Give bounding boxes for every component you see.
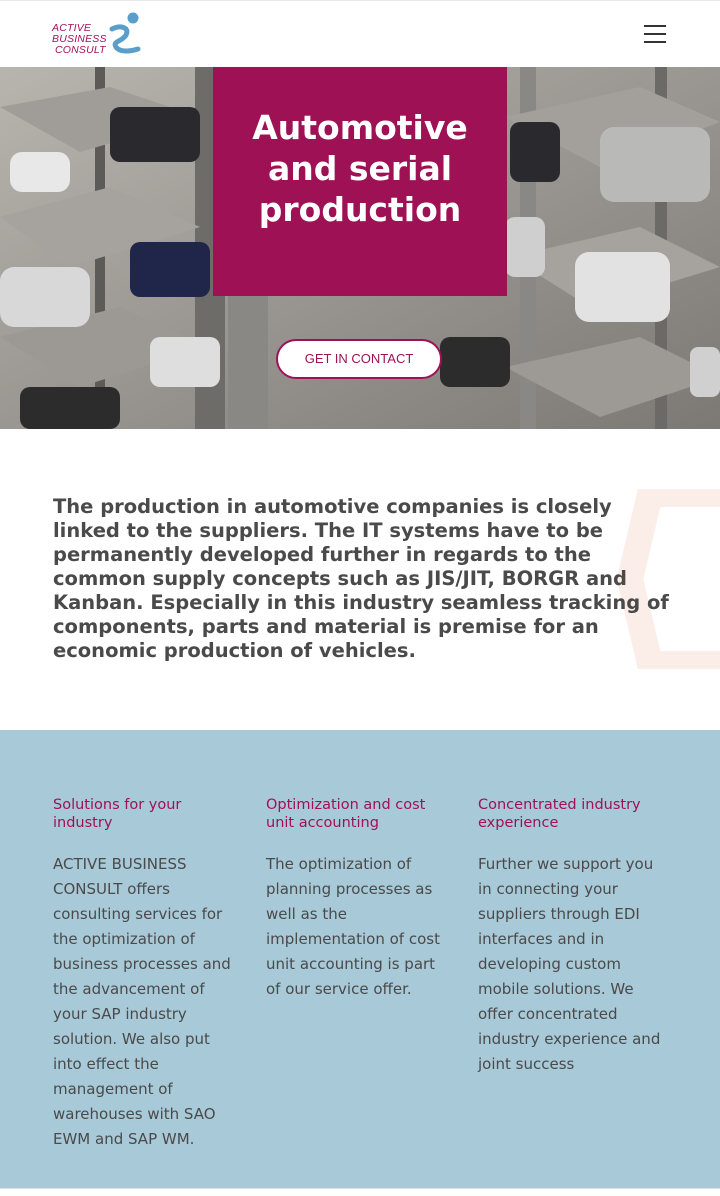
company-logo[interactable]: ACTIVE BUSINESS CONSULT [52, 11, 152, 59]
feature-title: Optimization and cost unit accounting [266, 797, 426, 831]
hero-section: Automotive and serial production GET IN … [0, 67, 720, 429]
footer-divider [0, 1188, 720, 1196]
runner-logo-icon [109, 12, 141, 54]
feature-column-optimization: Optimization and cost unit accounting Th… [266, 796, 451, 1002]
features-section: Solutions for your industry ACTIVE BUSIN… [0, 730, 720, 1188]
feature-text: ACTIVE BUSINESS CONSULT offers consultin… [53, 855, 231, 1148]
get-in-contact-button[interactable]: GET IN CONTACT [276, 339, 442, 379]
intro-section: The production in automotive companies i… [0, 429, 720, 730]
feature-text: The optimization of planning processes a… [266, 855, 440, 998]
logo-text: ACTIVE BUSINESS CONSULT [52, 23, 107, 56]
feature-title: Solutions for your industry [53, 797, 182, 831]
hero-title-panel: Automotive and serial production [213, 67, 507, 296]
logo-line-consult: CONSULT [55, 44, 106, 56]
feature-column-solutions: Solutions for your industry ACTIVE BUSIN… [53, 796, 243, 1152]
intro-paragraph: The production in automotive companies i… [53, 495, 669, 662]
feature-text: Further we support you in connecting you… [478, 855, 661, 1073]
hamburger-menu-icon[interactable] [644, 23, 668, 45]
feature-title: Concentrated industry experience [478, 797, 641, 831]
feature-column-experience: Concentrated industry experience Further… [478, 796, 668, 1077]
site-header: ACTIVE BUSINESS CONSULT [0, 0, 720, 67]
page-title: Automotive and serial production [252, 108, 468, 229]
